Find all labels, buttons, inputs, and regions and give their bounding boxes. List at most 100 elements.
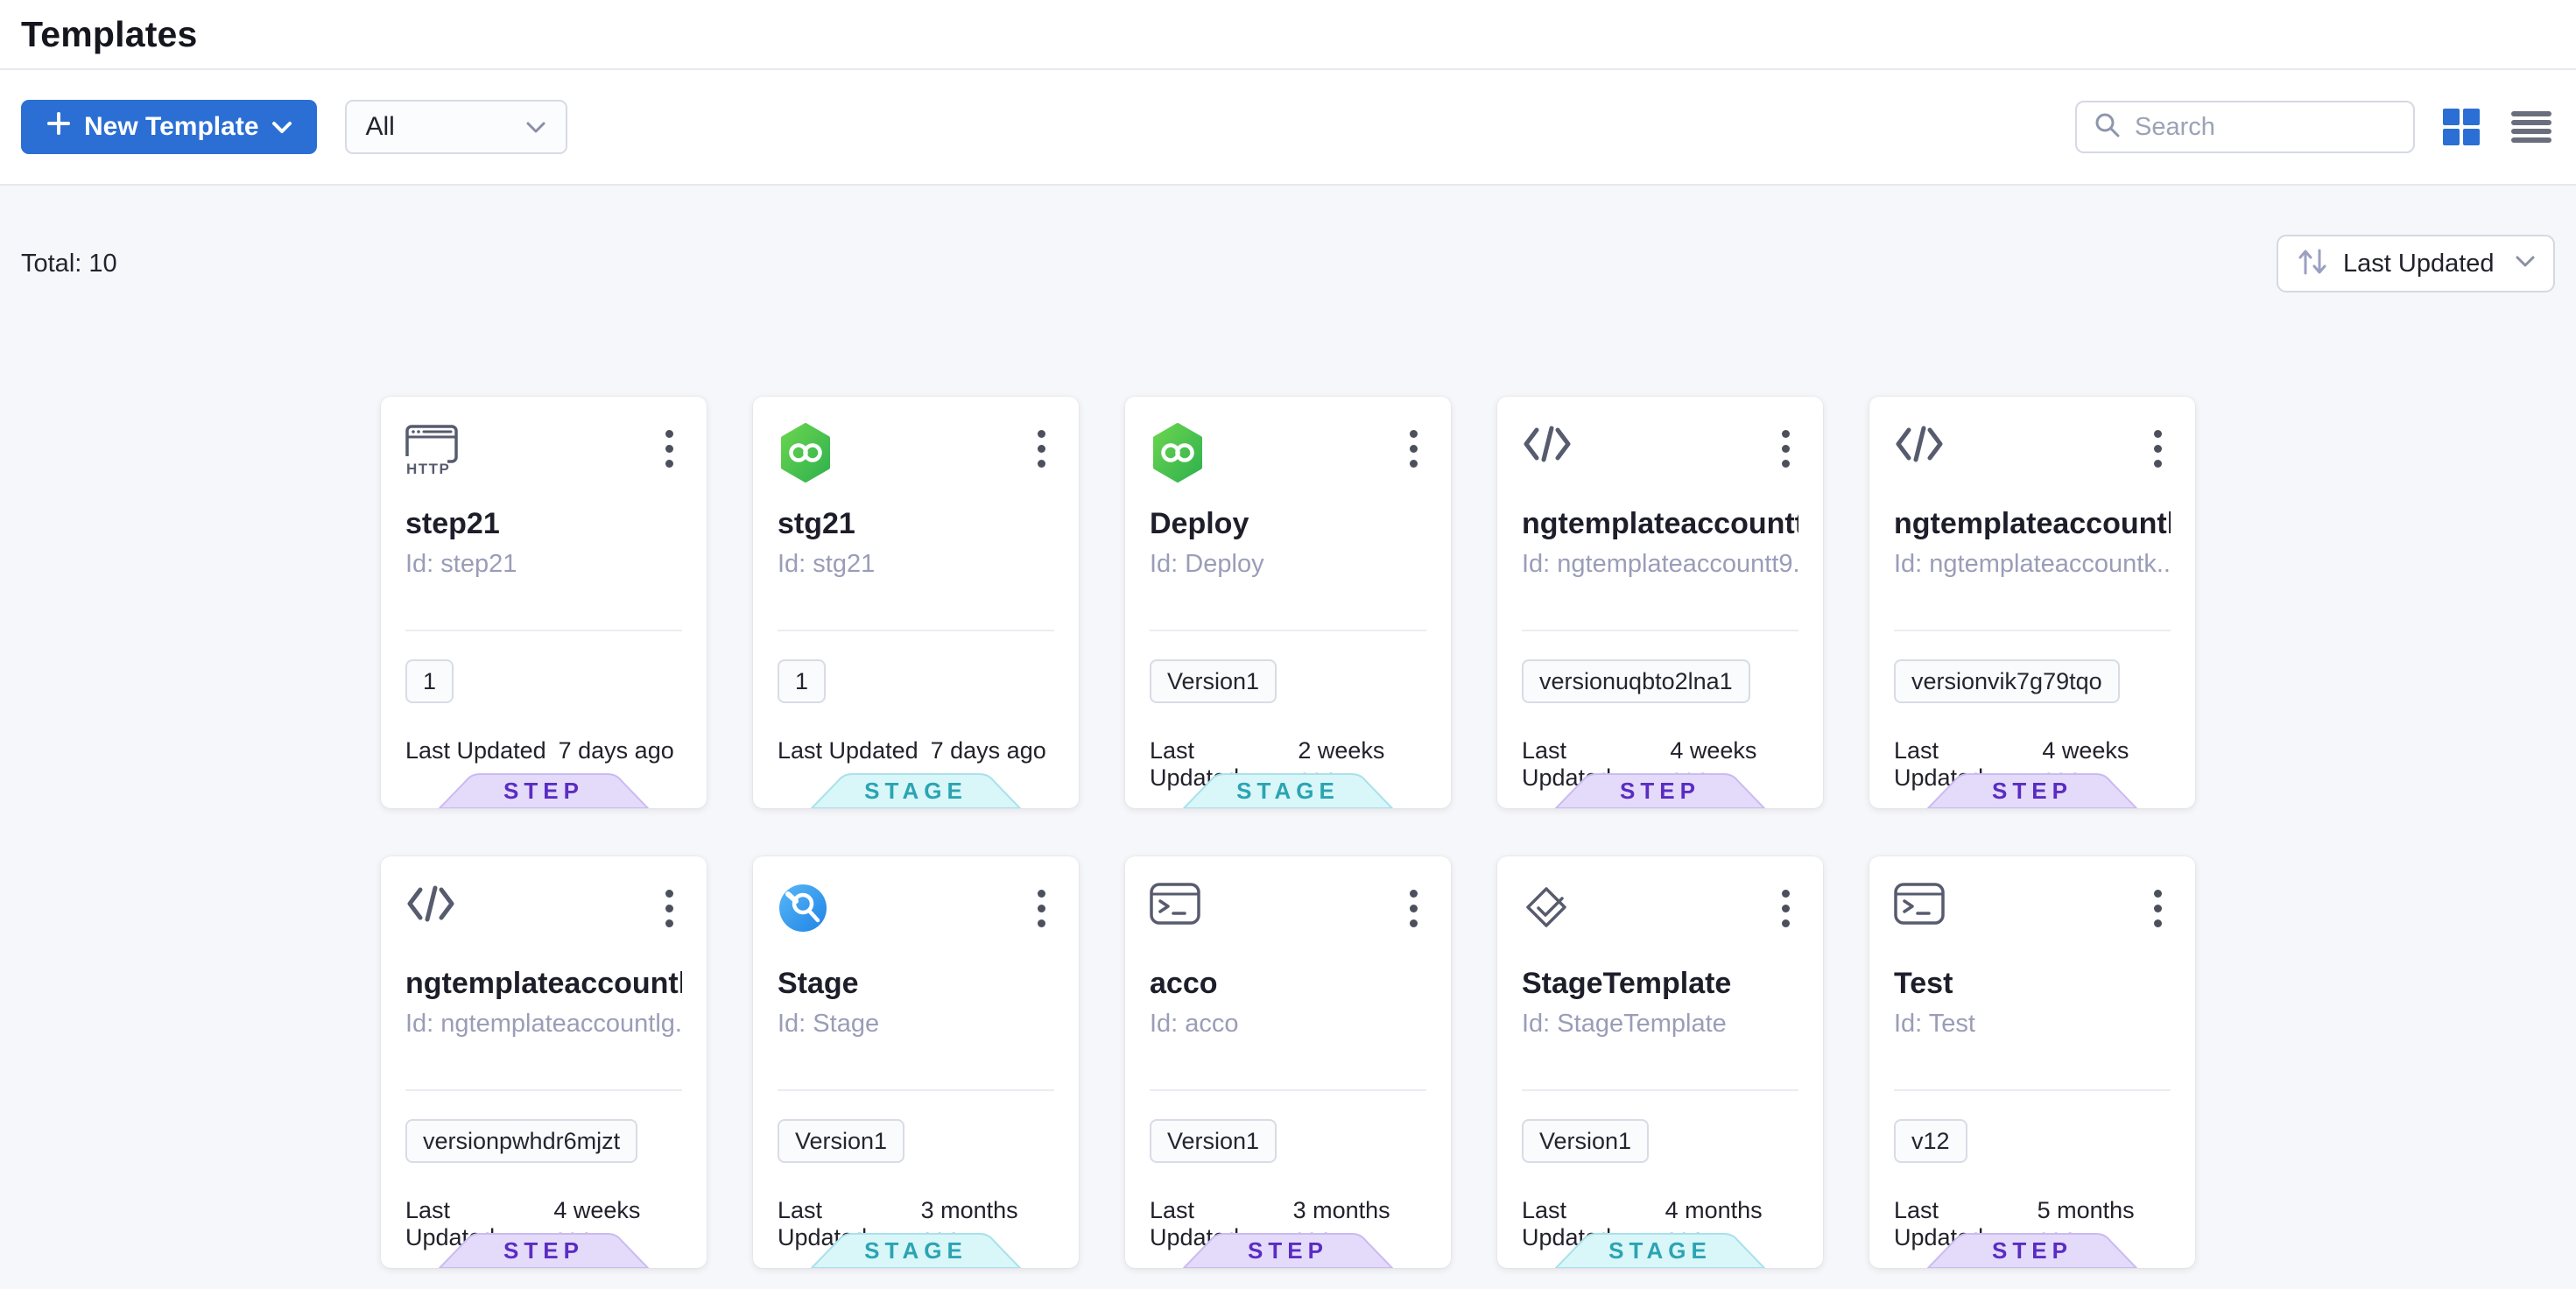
grid-view-toggle[interactable]	[2438, 103, 2485, 151]
entity-type-ribbon: STAGE	[1183, 773, 1393, 808]
entity-type-ribbon: STAGE	[811, 1233, 1021, 1268]
sort-dropdown[interactable]: Last Updated	[2277, 235, 2555, 292]
version-chip: v12	[1894, 1119, 1967, 1163]
version-chip: Version1	[778, 1119, 904, 1163]
card-menu-button[interactable]	[2145, 423, 2171, 475]
last-updated-value: 7 days ago	[931, 737, 1046, 764]
card-title: Deploy	[1150, 507, 1426, 541]
card-id: Id: Stage	[778, 1010, 1054, 1039]
card-id: Id: acco	[1150, 1010, 1426, 1039]
template-card[interactable]: Deploy Id: Deploy Version1 Last Updated …	[1125, 397, 1451, 808]
entity-type-ribbon: STAGE	[811, 773, 1021, 808]
version-chip: 1	[405, 659, 454, 703]
card-title: Test	[1894, 967, 2171, 1001]
card-id: Id: StageTemplate	[1522, 1010, 1798, 1039]
svg-text:STEP: STEP	[503, 1237, 584, 1264]
card-title: step21	[405, 507, 682, 541]
template-card[interactable]: HTTP step21 Id: step21 1 Last Updated 7 …	[381, 397, 707, 808]
svg-text:HTTP: HTTP	[406, 461, 450, 477]
card-menu-button[interactable]	[657, 423, 682, 475]
template-card-grid: HTTP step21 Id: step21 1 Last Updated 7 …	[381, 397, 2195, 1268]
search-input[interactable]	[2135, 113, 2465, 142]
template-card[interactable]: stg21 Id: stg21 1 Last Updated 7 days ag…	[753, 397, 1079, 808]
chevron-down-icon	[525, 112, 546, 142]
toolbar: New Template All	[0, 70, 2576, 186]
version-chip: Version1	[1150, 659, 1277, 703]
card-menu-button[interactable]	[1773, 883, 1798, 934]
card-title: Stage	[778, 967, 1054, 1001]
search-icon	[2093, 110, 2122, 144]
page-title: Templates	[21, 14, 198, 55]
card-id: Id: ngtemplateaccountt9...	[1522, 550, 1798, 579]
template-card[interactable]: ngtemplateaccountk... Id: ngtemplateacco…	[1869, 397, 2195, 808]
card-id: Id: step21	[405, 550, 682, 579]
svg-text:STAGE: STAGE	[1608, 1237, 1712, 1264]
search-box	[2075, 101, 2415, 153]
cd-stage-icon	[778, 423, 834, 482]
last-updated-label: Last Updated	[405, 737, 546, 764]
card-menu-button[interactable]	[1029, 883, 1054, 934]
entity-type-ribbon: STEP	[1927, 1233, 2137, 1268]
version-chip: versionpwhdr6mjzt	[405, 1119, 637, 1163]
template-card[interactable]: ngtemplateaccountl... Id: ngtemplateacco…	[381, 856, 707, 1268]
new-template-button[interactable]: New Template	[21, 100, 317, 154]
svg-text:STAGE: STAGE	[864, 1237, 968, 1264]
card-id: Id: stg21	[778, 550, 1054, 579]
svg-text:STEP: STEP	[1992, 1237, 2073, 1264]
sort-value: Last Updated	[2343, 250, 2501, 278]
svg-text:STAGE: STAGE	[1236, 778, 1340, 804]
svg-text:STAGE: STAGE	[864, 778, 968, 804]
page-header: Templates New Template All	[0, 0, 2576, 186]
summary-row: Total: 10 Last Updated	[0, 186, 2576, 292]
last-updated-label: Last Updated	[778, 737, 918, 764]
card-menu-button[interactable]	[1401, 423, 1426, 475]
filter-value: All	[366, 112, 395, 142]
code-icon	[1894, 423, 1945, 465]
list-view-toggle[interactable]	[2508, 106, 2555, 148]
card-menu-button[interactable]	[2145, 883, 2171, 934]
card-id: Id: ngtemplateaccountlg...	[405, 1010, 682, 1039]
chevron-down-icon	[2515, 255, 2536, 273]
version-chip: Version1	[1150, 1119, 1277, 1163]
svg-text:STEP: STEP	[1620, 778, 1700, 804]
last-updated: Last Updated 7 days ago	[778, 737, 1054, 764]
code-icon	[1522, 423, 1573, 465]
template-card[interactable]: ngtemplateaccountt... Id: ngtemplateacco…	[1497, 397, 1823, 808]
terminal-icon	[1894, 883, 1945, 925]
card-id: Id: Deploy	[1150, 550, 1426, 579]
template-type-filter[interactable]: All	[345, 100, 567, 154]
card-menu-button[interactable]	[1773, 423, 1798, 475]
http-step-icon: HTTP	[405, 423, 460, 477]
entity-type-ribbon: STEP	[1183, 1233, 1393, 1268]
svg-text:STEP: STEP	[1992, 778, 2073, 804]
card-menu-button[interactable]	[1401, 883, 1426, 934]
total-count: Total: 10	[21, 250, 117, 278]
approval-icon	[1522, 883, 1573, 933]
card-title: ngtemplateaccountk...	[1894, 507, 2171, 541]
card-menu-button[interactable]	[657, 883, 682, 934]
toolbar-right	[2075, 101, 2555, 153]
version-chip: 1	[778, 659, 826, 703]
version-chip: Version1	[1522, 1119, 1649, 1163]
entity-type-ribbon: STEP	[1555, 773, 1765, 808]
svg-text:STEP: STEP	[1248, 1237, 1328, 1264]
template-card[interactable]: Test Id: Test v12 Last Updated 5 months …	[1869, 856, 2195, 1268]
card-title: ngtemplateaccountt...	[1522, 507, 1798, 541]
entity-type-ribbon: STEP	[439, 1233, 649, 1268]
card-menu-button[interactable]	[1029, 423, 1054, 475]
card-title: stg21	[778, 507, 1054, 541]
custom-stage-icon	[778, 883, 828, 933]
template-card[interactable]: Stage Id: Stage Version1 Last Updated 3 …	[753, 856, 1079, 1268]
card-title: ngtemplateaccountl...	[405, 967, 682, 1001]
template-card[interactable]: acco Id: acco Version1 Last Updated 3 mo…	[1125, 856, 1451, 1268]
code-icon	[405, 883, 456, 925]
entity-type-ribbon: STAGE	[1555, 1233, 1765, 1268]
chevron-down-icon	[271, 112, 292, 142]
card-id: Id: Test	[1894, 1010, 2171, 1039]
entity-type-ribbon: STEP	[439, 773, 649, 808]
version-chip: versionuqbto2lna1	[1522, 659, 1750, 703]
entity-type-ribbon: STEP	[1927, 773, 2137, 808]
card-id: Id: ngtemplateaccountk...	[1894, 550, 2171, 579]
template-card[interactable]: StageTemplate Id: StageTemplate Version1…	[1497, 856, 1823, 1268]
last-updated-value: 7 days ago	[559, 737, 674, 764]
